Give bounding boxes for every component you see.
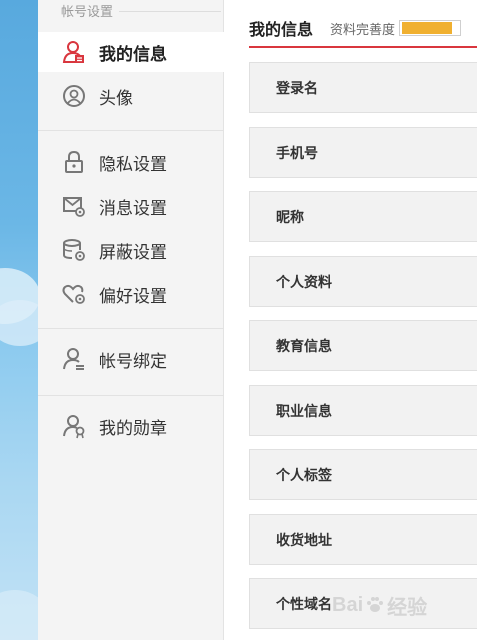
row-label: 个人标签 <box>276 467 332 484</box>
user-link-icon <box>61 346 87 372</box>
sidebar-item-label: 隐私设置 <box>99 154 167 175</box>
info-row-login-name[interactable]: 登录名 <box>249 62 477 113</box>
sidebar-item-medal[interactable]: 我的勋章 <box>38 406 224 446</box>
lock-icon <box>61 149 87 175</box>
completion-label: 资料完善度 <box>330 22 396 38</box>
info-row-nickname[interactable]: 昵称 <box>249 191 477 242</box>
info-row-education[interactable]: 教育信息 <box>249 320 477 371</box>
row-label: 个性域名 <box>276 596 332 613</box>
page-title: 我的信息 <box>249 20 314 39</box>
mail-gear-icon <box>61 193 87 219</box>
sidebar-item-my-info[interactable]: 我的信息 <box>38 32 225 72</box>
sidebar-item-label: 帐号绑定 <box>99 351 167 372</box>
sidebar-item-label: 头像 <box>99 88 133 109</box>
row-label: 收货地址 <box>276 532 332 549</box>
row-label: 登录名 <box>276 80 318 97</box>
info-row-personal-profile[interactable]: 个人资料 <box>249 256 477 307</box>
row-label: 手机号 <box>276 145 318 162</box>
baidu-watermark: Bai 经验 <box>332 585 452 625</box>
block-gear-icon <box>61 237 87 263</box>
sidebar-item-preference[interactable]: 偏好设置 <box>38 274 224 314</box>
settings-sidebar: 帐号设置 我的信息 头像 隐私设置 消息设置 屏蔽设置 偏好设置 帐号绑定 我的… <box>38 0 225 640</box>
completion-progress-bar <box>399 20 462 36</box>
paw-icon <box>367 597 384 612</box>
row-label: 个人资料 <box>276 274 332 291</box>
sidebar-divider <box>38 395 224 396</box>
row-label: 教育信息 <box>276 338 332 355</box>
sidebar-item-account-binding[interactable]: 帐号绑定 <box>38 339 224 379</box>
user-medal-icon <box>61 413 87 439</box>
info-row-phone[interactable]: 手机号 <box>249 127 477 178</box>
sidebar-item-avatar[interactable]: 头像 <box>38 76 224 116</box>
sidebar-divider <box>38 130 224 131</box>
main-content: 我的信息 资料完善度 登录名 手机号 昵称 个人资料 教育信息 职业信息 个人标… <box>224 0 477 640</box>
info-row-tags[interactable]: 个人标签 <box>249 449 477 500</box>
page-header: 我的信息 资料完善度 <box>249 10 477 48</box>
info-row-career[interactable]: 职业信息 <box>249 385 477 436</box>
sidebar-item-message[interactable]: 消息设置 <box>38 186 224 226</box>
avatar-circle-icon <box>61 83 87 109</box>
row-label: 职业信息 <box>276 403 332 420</box>
completion-progress-fill <box>402 22 453 34</box>
sidebar-item-block[interactable]: 屏蔽设置 <box>38 230 224 270</box>
sidebar-item-label: 偏好设置 <box>99 286 167 307</box>
watermark-text: Bai <box>332 593 364 616</box>
sidebar-item-label: 消息设置 <box>99 198 167 219</box>
sidebar-divider <box>38 328 224 329</box>
sidebar-group-title: 帐号设置 <box>61 0 221 20</box>
cloud-decoration <box>0 300 38 346</box>
sidebar-item-label: 屏蔽设置 <box>99 242 167 263</box>
user-red-icon <box>61 39 87 65</box>
sidebar-item-privacy[interactable]: 隐私设置 <box>38 142 224 182</box>
cloud-decoration <box>0 590 38 640</box>
sky-background <box>0 0 38 640</box>
sidebar-item-label: 我的勋章 <box>99 418 167 439</box>
info-row-shipping-address[interactable]: 收货地址 <box>249 514 477 565</box>
row-label: 昵称 <box>276 209 304 226</box>
sidebar-item-label: 我的信息 <box>99 44 167 65</box>
watermark-text-2: 经验 <box>387 596 428 619</box>
heart-gear-icon <box>61 281 87 307</box>
